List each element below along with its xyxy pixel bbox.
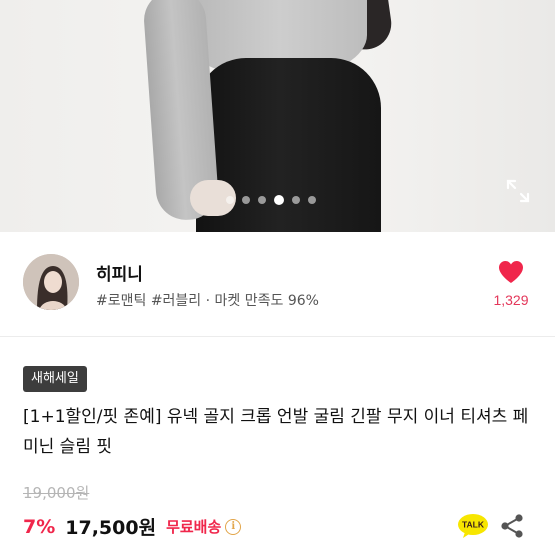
seller-name[interactable]: 히피니 — [96, 260, 143, 285]
like-button[interactable]: 1,329 — [490, 260, 532, 308]
info-icon[interactable]: i — [225, 518, 242, 535]
product-title: [1+1할인/핏 존예] 유넥 골지 크롭 언발 굴림 긴팔 무지 이너 티셔츠… — [23, 407, 529, 457]
sale-price: 17,500원 — [65, 517, 157, 539]
carousel-dot[interactable] — [226, 196, 234, 204]
carousel-dot[interactable] — [292, 196, 300, 204]
original-price: 19,000원 — [23, 484, 90, 502]
discount-rate: 7% — [23, 515, 56, 538]
seller-tags: #로맨틱 #러블리 · 마켓 만족도 96% — [96, 293, 319, 309]
price-row: 7% 17,500원 무료배송 i — [23, 513, 242, 540]
like-count: 1,329 — [493, 292, 529, 308]
heart-icon — [499, 261, 523, 283]
product-image[interactable] — [0, 0, 555, 232]
carousel-dot[interactable] — [258, 196, 266, 204]
talk-label: TALK — [462, 520, 485, 530]
kakao-talk-icon[interactable]: TALK — [457, 513, 489, 539]
section-divider — [0, 336, 555, 337]
seller-row[interactable]: 히피니 #로맨틱 #러블리 · 마켓 만족도 96% 1,329 — [0, 232, 555, 336]
free-shipping-label: 무료배송 — [166, 518, 222, 536]
carousel-dot[interactable] — [308, 196, 316, 204]
carousel-dot[interactable] — [242, 196, 250, 204]
avatar[interactable] — [23, 254, 79, 310]
sale-badge: 새해세일 — [23, 366, 87, 392]
expand-icon[interactable] — [505, 178, 531, 204]
carousel-dot-active[interactable] — [274, 195, 284, 205]
share-icon[interactable] — [500, 513, 524, 539]
seller-avatar-image — [23, 254, 79, 310]
carousel-indicator[interactable] — [226, 195, 316, 205]
